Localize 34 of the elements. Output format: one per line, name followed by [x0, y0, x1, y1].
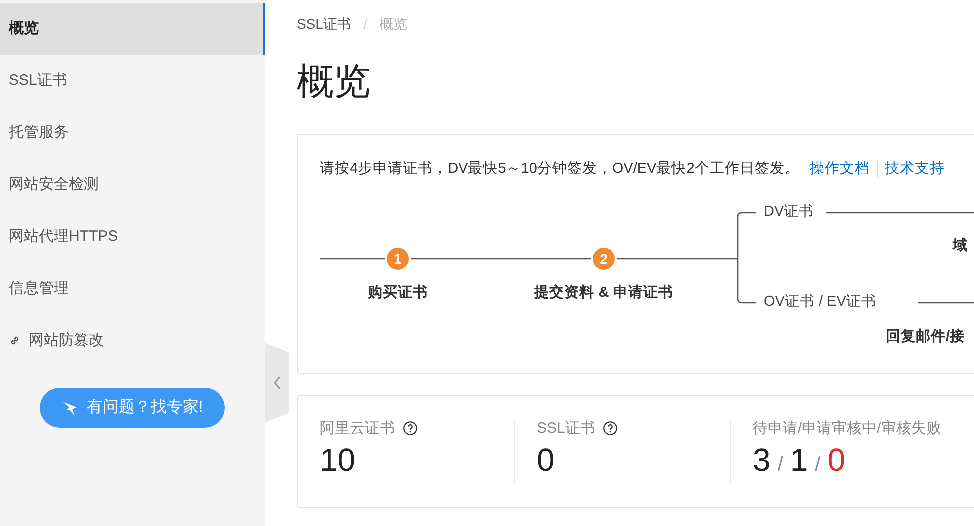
stat-label: 待申请/申请审核中/审核失败 [753, 418, 942, 438]
stat-label: SSL证书 [537, 418, 596, 438]
stat-value: 0 [537, 444, 555, 476]
stat-value: 10 [320, 444, 356, 476]
stat-value: 3 [753, 444, 771, 476]
sidebar-item[interactable]: 概览 [0, 3, 265, 55]
link-icon [9, 335, 21, 347]
guide-link[interactable]: 操作文档 [810, 159, 870, 181]
breadcrumb-item[interactable]: SSL证书 [297, 14, 352, 34]
stat-value: 0 [828, 444, 846, 476]
page-title: 概览 [297, 63, 372, 100]
branch-step-label: 回复邮件/接 [886, 328, 966, 347]
step-number: 2 [591, 246, 617, 272]
value-separator: / [778, 453, 784, 478]
help-icon[interactable] [403, 421, 418, 436]
sidebar-item[interactable]: SSL证书 [0, 55, 265, 107]
step-label: 购买证书 [368, 284, 428, 303]
sidebar-item[interactable]: 网站安全检测 [0, 159, 265, 211]
sidebar-item[interactable]: 托管服务 [0, 107, 265, 159]
stat-label: 阿里云证书 [320, 418, 395, 438]
sidebar-item[interactable]: 网站防篡改 [0, 315, 265, 367]
step-label: 提交资料 & 申请证书 [534, 283, 674, 303]
sidebar-item[interactable]: 网站代理HTTPS [0, 211, 265, 263]
stat-value: 1 [790, 444, 808, 476]
step-number: 1 [385, 246, 411, 272]
breadcrumb-item: 概览 [379, 14, 408, 34]
help-icon[interactable] [603, 421, 618, 436]
guide-text: 请按4步申请证书，DV最快5～10分钟签发，OV/EV最快2个工作日签发。 [320, 160, 800, 179]
breadcrumb-separator: / [363, 14, 368, 34]
value-separator: / [815, 453, 821, 478]
chevron-left-icon [272, 375, 282, 391]
sidebar-item[interactable]: 信息管理 [0, 263, 265, 315]
guide-link[interactable]: 技术支持 [884, 159, 945, 181]
branch-step-label: 域 [953, 236, 968, 256]
